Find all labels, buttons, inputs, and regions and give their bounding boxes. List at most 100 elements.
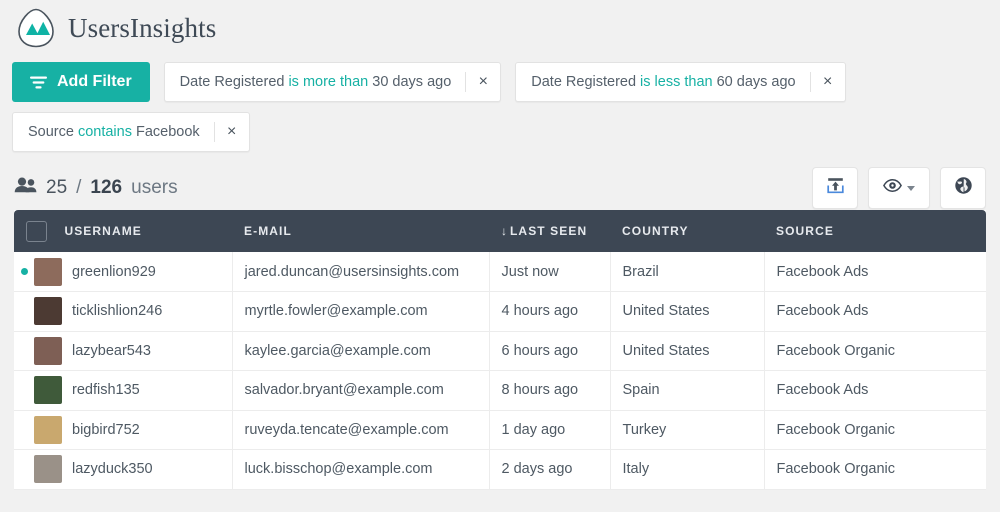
email-label: ruveyda.tencate@example.com bbox=[244, 421, 449, 438]
email-label: jared.duncan@usersinsights.com bbox=[244, 263, 460, 280]
cell-last-seen: 1 day ago bbox=[489, 410, 611, 450]
email-label: salvador.bryant@example.com bbox=[244, 382, 444, 399]
cell-username[interactable]: redfish135 bbox=[14, 370, 233, 411]
cell-source: Facebook Organic bbox=[764, 331, 986, 371]
column-label: E-MAIL bbox=[244, 224, 292, 238]
cell-source: Facebook Ads bbox=[764, 370, 986, 411]
column-label: SOURCE bbox=[776, 224, 834, 238]
source-label: Facebook Ads bbox=[776, 263, 869, 280]
cell-country: Italy bbox=[610, 449, 765, 490]
cell-country: United States bbox=[610, 291, 765, 332]
add-filter-label: Add Filter bbox=[57, 73, 132, 90]
last-seen-label: 8 hours ago bbox=[501, 382, 579, 399]
country-label: United States bbox=[622, 303, 710, 320]
cell-email[interactable]: salvador.bryant@example.com bbox=[232, 370, 490, 411]
table-row[interactable]: bigbird752 ruveyda.tencate@example.com 1 d… bbox=[14, 410, 986, 450]
app-title: UsersInsights bbox=[68, 12, 217, 43]
funnel-icon bbox=[30, 76, 47, 89]
cell-source: Facebook Ads bbox=[764, 252, 986, 292]
export-button[interactable] bbox=[812, 167, 858, 209]
cell-email[interactable]: ruveyda.tencate@example.com bbox=[232, 410, 490, 450]
source-label: Facebook Organic bbox=[776, 461, 895, 478]
eye-icon bbox=[883, 179, 902, 197]
cell-username[interactable]: lazybear543 bbox=[14, 331, 233, 371]
avatar bbox=[34, 297, 62, 326]
remove-filter-icon[interactable]: × bbox=[215, 113, 249, 151]
country-label: United States bbox=[622, 342, 710, 359]
cell-username[interactable]: lazyduck350 bbox=[14, 449, 233, 490]
country-label: Italy bbox=[622, 461, 650, 478]
filter-operator: contains bbox=[77, 124, 132, 140]
filter-bar: Add Filter Date Registered is more than … bbox=[0, 56, 1000, 152]
table-row[interactable]: redfish135 salvador.bryant@example.com 8 h… bbox=[14, 370, 986, 411]
column-header-source[interactable]: SOURCE bbox=[764, 210, 986, 252]
email-label: luck.bisschop@example.com bbox=[244, 461, 433, 478]
sort-desc-icon: ↓ bbox=[501, 224, 507, 238]
filter-field: Date Registered bbox=[179, 74, 285, 90]
last-seen-label: 4 hours ago bbox=[501, 303, 579, 320]
cell-username[interactable]: greenlion929 bbox=[14, 252, 233, 292]
source-label: Facebook Organic bbox=[776, 342, 895, 359]
country-label: Turkey bbox=[622, 421, 667, 438]
filter-field: Source bbox=[28, 124, 74, 140]
add-filter-button[interactable]: Add Filter bbox=[12, 62, 150, 102]
filter-operator: is more than bbox=[288, 74, 369, 90]
column-label: USERNAME bbox=[64, 224, 142, 238]
remove-filter-icon[interactable]: × bbox=[466, 63, 500, 101]
cell-email[interactable]: myrtle.fowler@example.com bbox=[232, 291, 490, 332]
filter-value: Facebook bbox=[135, 124, 200, 140]
users-table: USERNAME E-MAIL ↓ LAST SEEN COUNTRY SOURC… bbox=[14, 210, 986, 490]
select-all-checkbox[interactable] bbox=[26, 220, 47, 242]
table-row[interactable]: ticklishlion246 myrtle.fowler@example.com… bbox=[14, 291, 986, 332]
remove-filter-icon[interactable]: × bbox=[811, 63, 845, 101]
cell-last-seen: 4 hours ago bbox=[489, 291, 611, 332]
username-label: redfish135 bbox=[72, 382, 140, 399]
usersinsights-logo-icon bbox=[14, 6, 58, 50]
cell-country: Brazil bbox=[610, 252, 765, 292]
table-row[interactable]: lazyduck350 luck.bisschop@example.com 2 da… bbox=[14, 449, 986, 490]
filter-chip[interactable]: Date Registered is more than 30 days ago… bbox=[163, 62, 502, 102]
email-label: myrtle.fowler@example.com bbox=[244, 303, 428, 320]
users-icon bbox=[14, 177, 37, 199]
avatar bbox=[34, 376, 62, 405]
count-total: 126 bbox=[90, 177, 123, 198]
cell-email[interactable]: luck.bisschop@example.com bbox=[232, 449, 490, 490]
table-row[interactable]: greenlion929 jared.duncan@usersinsights.c… bbox=[14, 252, 986, 292]
source-label: Facebook Organic bbox=[776, 421, 895, 438]
email-label: kaylee.garcia@example.com bbox=[244, 342, 431, 359]
username-label: bigbird752 bbox=[72, 421, 140, 438]
table-row[interactable]: lazybear543 kaylee.garcia@example.com 6 ho… bbox=[14, 331, 986, 371]
cell-last-seen: 2 days ago bbox=[489, 449, 611, 490]
avatar bbox=[34, 257, 62, 286]
visible-columns-button[interactable] bbox=[868, 167, 930, 209]
cell-username[interactable]: bigbird752 bbox=[14, 410, 233, 450]
online-status-indicator bbox=[14, 268, 34, 275]
avatar bbox=[34, 415, 62, 444]
column-header-country[interactable]: COUNTRY bbox=[610, 210, 764, 252]
count-shown: 25 bbox=[46, 177, 68, 198]
chevron-down-icon[interactable] bbox=[907, 185, 915, 191]
results-toolbar: 25 / 126 users bbox=[0, 166, 1000, 210]
last-seen-label: 1 day ago bbox=[501, 421, 566, 438]
column-header-last-seen[interactable]: ↓ LAST SEEN bbox=[489, 210, 610, 252]
country-label: Spain bbox=[622, 382, 660, 399]
cell-last-seen: 8 hours ago bbox=[489, 370, 611, 411]
column-header-email[interactable]: E-MAIL bbox=[232, 210, 489, 252]
export-icon bbox=[826, 177, 844, 199]
username-label: ticklishlion246 bbox=[72, 303, 163, 320]
action-buttons bbox=[812, 167, 986, 209]
column-header-username[interactable]: USERNAME bbox=[14, 210, 232, 252]
cell-last-seen: 6 hours ago bbox=[489, 331, 611, 371]
globe-icon bbox=[954, 176, 973, 200]
filter-chip[interactable]: Source contains Facebook × bbox=[12, 112, 250, 152]
user-count: 25 / 126 users bbox=[14, 177, 178, 199]
username-label: lazyduck350 bbox=[72, 461, 153, 478]
cell-source: Facebook Organic bbox=[764, 449, 986, 490]
filter-chip[interactable]: Date Registered is less than 60 days ago… bbox=[515, 62, 846, 102]
cell-username[interactable]: ticklishlion246 bbox=[14, 291, 233, 332]
map-view-button[interactable] bbox=[940, 167, 986, 209]
cell-email[interactable]: jared.duncan@usersinsights.com bbox=[232, 252, 490, 292]
cell-source: Facebook Organic bbox=[764, 410, 986, 450]
country-label: Brazil bbox=[622, 263, 659, 280]
cell-email[interactable]: kaylee.garcia@example.com bbox=[232, 331, 490, 371]
